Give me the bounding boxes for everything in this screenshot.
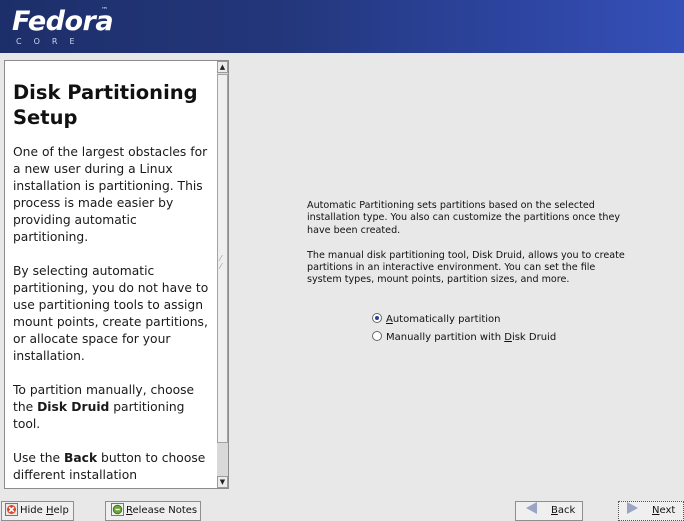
scroll-down-icon[interactable]: ▼ <box>217 476 228 488</box>
core-subtitle: CORE <box>16 37 87 46</box>
description-paragraph: Automatic Partitioning sets partitions b… <box>307 200 621 236</box>
fedora-logo: Fedora <box>12 6 114 37</box>
help-panel: Disk Partitioning Setup One of the large… <box>4 60 219 489</box>
help-paragraph: To partition manually, choose the Disk D… <box>13 383 195 431</box>
back-button[interactable]: Back <box>515 501 583 521</box>
automatic-partition-option[interactable]: Automatically partition <box>372 313 501 327</box>
back-arrow-icon <box>526 502 537 514</box>
next-arrow-icon <box>627 502 638 514</box>
partition-description: Automatic Partitioning sets partitions b… <box>307 200 627 300</box>
help-paragraph: By selecting automatic partitioning, you… <box>13 264 209 363</box>
hide-help-button[interactable]: Hide Help <box>1 501 74 521</box>
trademark-symbol: ™ <box>101 6 108 14</box>
radio-unchecked-icon[interactable] <box>372 331 382 341</box>
fedora-banner: Fedora ™ CORE <box>0 0 684 53</box>
scroll-up-icon[interactable]: ▲ <box>217 61 228 73</box>
scrollbar-thumb[interactable]: ⁄ ⁄ <box>217 74 228 443</box>
help-paragraph: One of the largest obstacles for a new u… <box>13 145 208 244</box>
next-button[interactable]: Next <box>618 501 684 521</box>
grip-icon: ⁄ ⁄ <box>220 254 222 271</box>
description-paragraph: The manual disk partitioning tool, Disk … <box>307 249 625 286</box>
help-title: Disk Partitioning Setup <box>13 81 198 129</box>
help-paragraph: Use the Back button to choose different … <box>13 451 206 482</box>
release-notes-button[interactable]: Release Notes <box>105 501 201 521</box>
help-content: Disk Partitioning Setup One of the large… <box>5 61 218 484</box>
release-notes-icon <box>111 503 124 516</box>
manual-partition-option[interactable]: Manually partition with Disk Druid <box>372 331 556 345</box>
help-icon <box>5 503 18 516</box>
radio-checked-icon[interactable] <box>372 313 382 323</box>
help-scrollbar[interactable]: ▲ ⁄ ⁄ ▼ <box>217 60 229 489</box>
